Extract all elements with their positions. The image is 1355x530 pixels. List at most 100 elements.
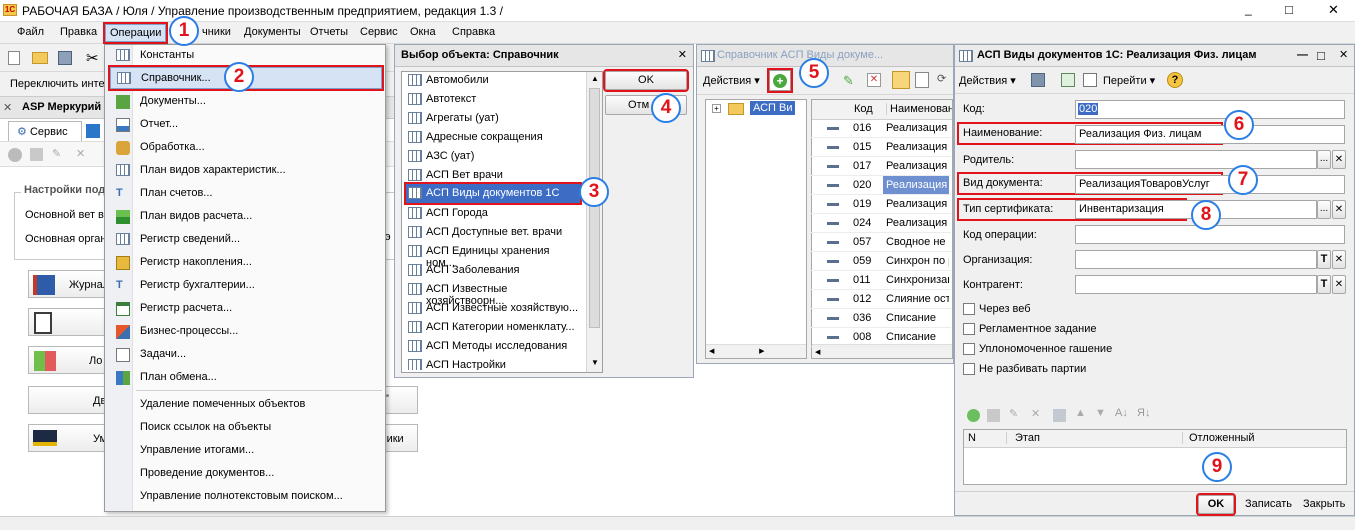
delete-icon[interactable]: ✕ <box>76 147 85 160</box>
menu-item-tasks[interactable]: Задачи... <box>110 344 382 366</box>
form-maximize-button[interactable]: □ <box>1317 48 1325 63</box>
col-stage-header[interactable]: Этап <box>1006 432 1040 444</box>
menu-item-fulltext-search[interactable]: Управление полнотекстовым поиском... <box>110 486 382 508</box>
col-postponed-header[interactable]: Отложенный <box>1182 432 1255 444</box>
copy-icon[interactable] <box>30 148 43 161</box>
list-item[interactable]: АСП Настройки <box>406 356 581 370</box>
menu-item-info-register[interactable]: Регистр сведений... <box>110 229 382 251</box>
find-icon[interactable] <box>915 72 929 88</box>
cut-icon[interactable]: ✂ <box>86 49 99 67</box>
table-row[interactable]: 011 Синхронизац <box>811 271 951 290</box>
org-clear-button[interactable]: ✕ <box>1332 250 1346 269</box>
list-item[interactable]: Автомобили <box>406 71 581 90</box>
scheduled-task-checkbox[interactable] <box>963 323 975 335</box>
list-item[interactable]: АСП Вет врачи <box>406 166 581 185</box>
list-item[interactable]: АСП Города <box>406 204 581 223</box>
menu-documents[interactable]: Документы <box>244 26 301 38</box>
menu-file[interactable]: Файл <box>17 26 44 38</box>
stages-table[interactable]: N Этап Отложенный <box>963 429 1347 485</box>
dialog-ok-button[interactable]: OK <box>603 69 689 92</box>
menu-item-totals-management[interactable]: Управление итогами... <box>110 440 382 462</box>
dialog-close-icon[interactable]: ✕ <box>678 48 687 61</box>
table-row[interactable]: 036 Списание <box>811 309 951 328</box>
menu-item-exchange-plan[interactable]: План обмена... <box>110 367 382 389</box>
contractor-type-button[interactable]: T <box>1317 275 1331 294</box>
table-row[interactable]: 016 Реализация <box>811 119 951 138</box>
list-item[interactable]: Агрегаты (уат) <box>406 109 581 128</box>
parent-select-button[interactable]: ... <box>1317 150 1331 169</box>
clipboard-button[interactable] <box>28 308 108 336</box>
col-code-header[interactable]: Код <box>854 103 873 115</box>
org-field[interactable] <box>1075 250 1317 269</box>
menu-reports[interactable]: Отчеты <box>310 26 348 38</box>
switch-interface-label[interactable]: Переключить инте <box>10 78 105 90</box>
form-goto-button[interactable]: Перейти ▾ <box>1103 74 1155 87</box>
menu-edit[interactable]: Правка <box>60 26 97 38</box>
add-item-button[interactable]: + <box>767 68 793 93</box>
delete-stage-icon[interactable]: ✕ <box>1031 407 1040 420</box>
copy-stage-icon[interactable] <box>987 409 1000 422</box>
cert-select-button[interactable]: ... <box>1317 200 1331 219</box>
menu-service[interactable]: Сервис <box>360 26 398 38</box>
menu-help[interactable]: Справка <box>452 26 495 38</box>
minimize-button[interactable]: _ <box>1245 2 1252 16</box>
move-down-icon[interactable]: ▼ <box>1095 407 1106 419</box>
menu-item-report[interactable]: Отчет... <box>110 114 382 136</box>
add-stage-icon[interactable] <box>967 409 980 422</box>
contractor-clear-button[interactable]: ✕ <box>1332 275 1346 294</box>
log-button[interactable]: Ло <box>28 346 108 374</box>
move-up-icon[interactable]: ▲ <box>1075 407 1086 419</box>
menu-item-business-processes[interactable]: Бизнес-процессы... <box>110 321 382 343</box>
col-n-header[interactable]: N <box>968 432 976 444</box>
list-item[interactable]: АСП Известные хозяйствую... <box>406 299 581 318</box>
new-document-icon[interactable] <box>8 51 20 65</box>
journal-button[interactable]: Журнал <box>28 270 109 298</box>
form-close-text-button[interactable]: Закрыть <box>1303 498 1345 510</box>
tree-root-label[interactable]: АСП Ви <box>750 101 796 115</box>
form-save-button[interactable]: Записать <box>1245 498 1292 510</box>
menu-catalogs[interactable]: чники <box>202 26 231 38</box>
form-close-button[interactable]: ✕ <box>1339 48 1348 61</box>
list-item[interactable]: АСП Методы исследования <box>406 337 581 356</box>
menu-item-calculation-register[interactable]: Регистр расчета... <box>110 298 382 320</box>
list-item[interactable]: АЗС (уат) <box>406 147 581 166</box>
authorized-redeem-checkbox[interactable] <box>963 343 975 355</box>
save-copy-icon[interactable] <box>1031 73 1045 87</box>
list-item[interactable]: АСП Доступные вет. врачи <box>406 223 581 242</box>
table-row[interactable]: 017 Реализация <box>811 157 951 176</box>
open-folder-icon[interactable] <box>32 52 48 64</box>
form-actions-button[interactable]: Действия ▾ <box>959 74 1016 87</box>
menu-item-delete-marked[interactable]: Удаление помеченных объектов <box>110 394 382 416</box>
menu-item-characteristics-plan[interactable]: План видов характеристик... <box>110 160 382 182</box>
hierarchy-icon[interactable] <box>892 71 910 89</box>
no-split-batches-checkbox[interactable] <box>963 363 975 375</box>
menu-item-processing[interactable]: Обработка... <box>110 137 382 159</box>
delete-x-icon[interactable]: ✕ <box>867 73 881 87</box>
col-name-header[interactable]: Наименован <box>886 103 952 115</box>
save-icon[interactable] <box>58 51 72 65</box>
save-stage-icon[interactable] <box>1053 409 1066 422</box>
sort-desc-icon[interactable]: Я↓ <box>1137 407 1150 419</box>
table-row[interactable]: 059 Синхрон по р <box>811 252 951 271</box>
list-item-selected[interactable]: АСП Виды документов 1С <box>404 182 582 205</box>
tree-expand-icon[interactable]: + <box>712 104 721 113</box>
menu-item-accumulation-register[interactable]: Регистр накопления... <box>110 252 382 274</box>
menu-operations[interactable]: Операции <box>102 22 169 44</box>
list-item[interactable]: Автотекст <box>406 90 581 109</box>
table-row[interactable]: 008 Списание <box>811 328 951 347</box>
goto-icon[interactable] <box>1083 73 1097 87</box>
table-row[interactable]: 012 Слияние ост <box>811 290 951 309</box>
table-row[interactable]: 015 Реализация <box>811 138 951 157</box>
form-minimize-button[interactable]: — <box>1297 49 1308 61</box>
panel-close-icon[interactable]: ✕ <box>3 101 12 114</box>
menu-item-find-references[interactable]: Поиск ссылок на объекты <box>110 417 382 439</box>
catalog-tree[interactable]: + АСП Ви ◀ ▶ <box>705 99 807 359</box>
table-row[interactable]: 020 Реализация <box>811 176 951 195</box>
code-field[interactable]: 020 <box>1075 100 1345 119</box>
close-button[interactable]: ✕ <box>1328 2 1339 18</box>
name-field[interactable]: Реализация Физ. лицам <box>1075 125 1345 144</box>
scroll-up-icon[interactable]: ▲ <box>591 74 599 83</box>
refresh-form-icon[interactable] <box>1061 73 1075 87</box>
table-row[interactable]: 024 Реализация <box>811 214 951 233</box>
tab-service[interactable]: ⚙ Сервис <box>8 121 82 141</box>
